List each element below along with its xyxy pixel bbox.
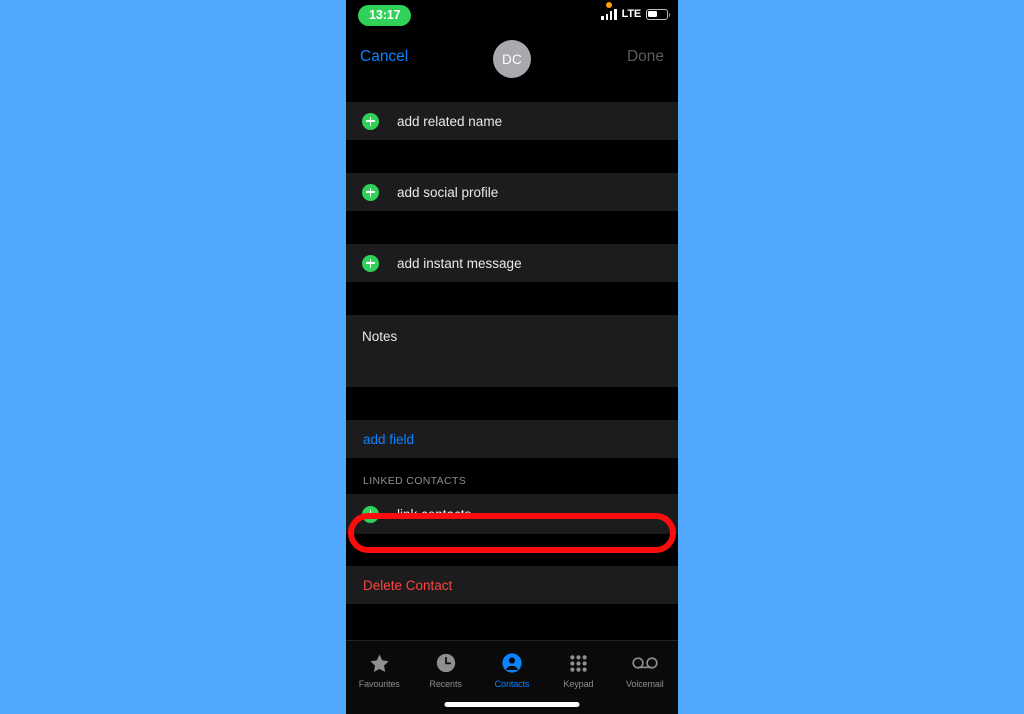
plus-circle-icon bbox=[362, 183, 379, 201]
orange-dot-icon bbox=[606, 2, 612, 8]
done-button[interactable]: Done bbox=[627, 48, 664, 66]
status-bar: 13:17 LTE bbox=[346, 0, 678, 32]
add-field-row[interactable]: add field bbox=[346, 420, 678, 458]
add-field-label: add field bbox=[363, 431, 415, 447]
status-indicators: LTE bbox=[601, 2, 671, 24]
spacer bbox=[346, 211, 678, 244]
spacer bbox=[346, 282, 678, 315]
voicemail-icon bbox=[632, 651, 658, 675]
spacer bbox=[346, 140, 678, 173]
contact-edit-form: add related name add social profile add … bbox=[346, 90, 678, 604]
row-label: add instant message bbox=[397, 255, 522, 271]
plus-circle-icon bbox=[362, 254, 379, 272]
notes-field[interactable]: Notes bbox=[346, 315, 678, 387]
link-contacts-label: link contacts... bbox=[397, 506, 483, 522]
phone-screen: 13:17 LTE Cancel DC Done add related nam… bbox=[346, 0, 678, 714]
notes-label: Notes bbox=[362, 329, 398, 344]
link-contacts-row[interactable]: link contacts... bbox=[346, 494, 678, 534]
cancel-button[interactable]: Cancel bbox=[360, 48, 408, 66]
section-title: LINKED CONTACTS bbox=[363, 475, 467, 487]
tab-label: Keypad bbox=[563, 679, 594, 689]
delete-contact-row[interactable]: Delete Contact bbox=[346, 566, 678, 604]
spacer bbox=[346, 387, 678, 420]
star-icon bbox=[368, 651, 391, 675]
plus-circle-icon bbox=[362, 505, 379, 523]
tab-voicemail[interactable]: Voicemail bbox=[612, 641, 678, 714]
row-label: add related name bbox=[397, 113, 503, 129]
delete-contact-label: Delete Contact bbox=[363, 577, 453, 593]
add-social-profile-row[interactable]: add social profile bbox=[346, 173, 678, 211]
home-indicator[interactable] bbox=[444, 702, 580, 707]
navigation-bar: Cancel DC Done bbox=[346, 32, 678, 90]
tab-label: Contacts bbox=[494, 679, 530, 689]
tab-favourites[interactable]: Favourites bbox=[346, 641, 412, 714]
battery-icon bbox=[646, 8, 671, 20]
add-instant-message-row[interactable]: add instant message bbox=[346, 244, 678, 282]
plus-circle-icon bbox=[362, 112, 379, 130]
linked-contacts-header: LINKED CONTACTS bbox=[346, 458, 678, 494]
keypad-grid-icon bbox=[568, 651, 589, 675]
cellular-signal-icon bbox=[601, 8, 617, 20]
network-type-label: LTE bbox=[621, 8, 642, 20]
tab-label: Recents bbox=[429, 679, 462, 689]
tab-label: Favourites bbox=[358, 679, 400, 689]
add-related-name-row[interactable]: add related name bbox=[346, 102, 678, 140]
time-recording-badge[interactable]: 13:17 bbox=[358, 5, 412, 26]
spacer bbox=[346, 90, 678, 102]
tab-label: Voicemail bbox=[626, 679, 664, 689]
clock-icon bbox=[435, 651, 457, 675]
person-circle-icon bbox=[501, 651, 523, 675]
avatar[interactable]: DC bbox=[493, 40, 531, 78]
row-label: add social profile bbox=[397, 184, 499, 200]
spacer bbox=[346, 534, 678, 566]
